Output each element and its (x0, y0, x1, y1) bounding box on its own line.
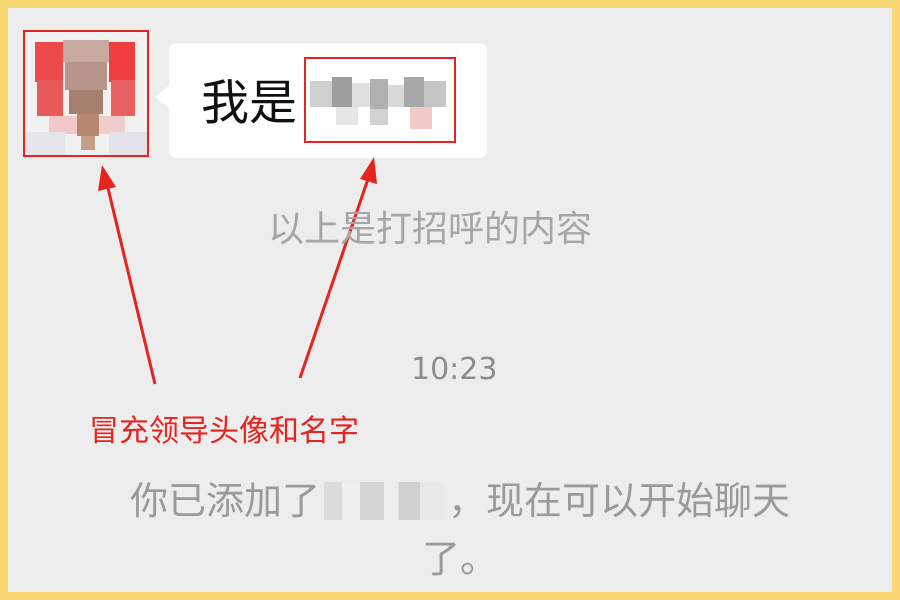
greeting-note: 以上是打招呼的内容 (268, 209, 593, 250)
system-message-line-2: 了。 (421, 537, 498, 581)
annotation-label: 冒充领导头像和名字 (89, 414, 359, 449)
blurred-contact-name (324, 482, 444, 520)
system-message-suffix: ，现在可以开始聊天 (448, 479, 791, 523)
system-message-prefix: 你已添加了 (129, 479, 320, 523)
system-message: 你已添加了 ，现在可以开始聊天 了。 (90, 472, 830, 588)
message-timestamp: 10:23 (411, 352, 498, 387)
system-message-line-1: 你已添加了 ，现在可以开始聊天 (90, 472, 830, 530)
